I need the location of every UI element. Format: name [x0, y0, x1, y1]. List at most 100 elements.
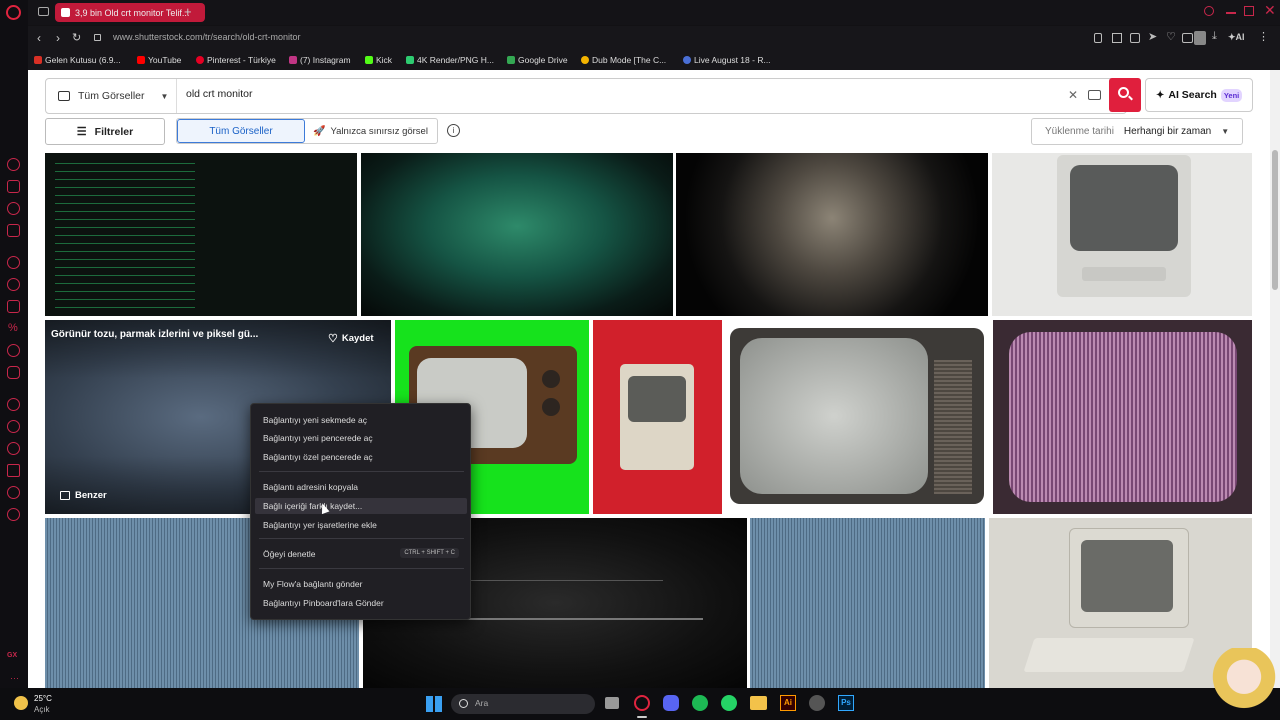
result-image-static-sphere[interactable]: [676, 153, 988, 316]
vpn-icon[interactable]: [1130, 33, 1140, 43]
menu-send-to-pinboards[interactable]: Bağlantıyı Pinboard'lara Gönder: [255, 595, 467, 611]
tab-island-icon[interactable]: [38, 7, 49, 16]
sidebar-settings-icon[interactable]: [7, 508, 20, 521]
result-image-green-crt-glow[interactable]: [361, 153, 673, 316]
menu-send-to-flow[interactable]: My Flow'a bağlantı gönder: [255, 576, 467, 592]
maximize-button[interactable]: [1244, 6, 1254, 16]
send-icon[interactable]: ➤: [1148, 30, 1157, 43]
sidebar-history-icon[interactable]: [7, 398, 20, 411]
steam-icon[interactable]: [809, 695, 825, 711]
spotify-icon[interactable]: [692, 695, 708, 711]
search-input[interactable]: [186, 88, 1036, 100]
whatsapp-icon[interactable]: [721, 695, 737, 711]
sidebar-chat-icon[interactable]: [7, 300, 20, 313]
bookmark-4k-render[interactable]: 4K Render/PNG H...: [406, 55, 494, 65]
result-image-mac-red[interactable]: [593, 320, 722, 514]
sidebar-messenger-icon[interactable]: [7, 202, 20, 215]
wallet-icon[interactable]: [1182, 33, 1193, 43]
sidebar-extensions-icon[interactable]: [7, 486, 20, 499]
clear-search-icon[interactable]: ✕: [1068, 88, 1078, 102]
scroll-thumb[interactable]: [1272, 150, 1278, 290]
sidebar-more-icon[interactable]: ···: [10, 673, 19, 683]
similar-button[interactable]: Benzer: [60, 490, 107, 501]
sidebar-heart-icon[interactable]: [7, 420, 20, 433]
sidebar-player-icon[interactable]: [7, 278, 20, 291]
info-icon[interactable]: i: [447, 124, 460, 137]
sidebar-gx-icon[interactable]: GX: [7, 652, 17, 659]
similar-icon: [60, 491, 70, 500]
task-view-icon[interactable]: [605, 697, 619, 709]
all-images-tab[interactable]: Tüm Görseller: [177, 119, 305, 143]
result-image-blue-pixels-2[interactable]: [750, 518, 985, 688]
result-image-terminal-code[interactable]: [45, 153, 357, 316]
heart-icon[interactable]: ♡: [1166, 30, 1176, 43]
sidebar-instagram-icon[interactable]: [7, 366, 20, 379]
sidebar-spotify-icon[interactable]: [7, 256, 20, 269]
bookmark-dub-mode[interactable]: Dub Mode [The C...: [581, 55, 666, 65]
instagram-icon: [289, 56, 297, 64]
result-image-retro-tv[interactable]: [726, 320, 987, 514]
menu-open-new-window[interactable]: Bağlantıyı yeni pencerede aç: [255, 430, 467, 446]
illustrator-icon[interactable]: Ai: [780, 695, 796, 711]
upload-date-select[interactable]: Yüklenme tarihi Herhangi bir zaman ▼: [1031, 118, 1243, 145]
active-tab[interactable]: 3,9 bin Old crt monitor Telif...: [55, 3, 205, 22]
ai-search-button[interactable]: ✦ AI Search Yeni: [1145, 78, 1253, 112]
download-icon[interactable]: ⤓: [1212, 30, 1217, 43]
forward-icon[interactable]: ›: [56, 31, 60, 45]
url-text[interactable]: www.shutterstock.com/tr/search/old-crt-m…: [113, 32, 301, 42]
sidebar-mail-icon[interactable]: [7, 224, 20, 237]
save-button[interactable]: ♡ Kaydet: [328, 332, 374, 345]
taskbar-search[interactable]: Ara: [451, 694, 595, 714]
minimize-button[interactable]: [1226, 12, 1236, 14]
bookmark-live[interactable]: Live August 18 - R...: [683, 55, 771, 65]
monitor-screen: [1081, 540, 1173, 612]
start-button[interactable]: [426, 696, 442, 712]
menu-inspect[interactable]: Öğeyi denetle CTRL + SHIFT + C: [255, 546, 467, 562]
bookmark-kick[interactable]: Kick: [365, 55, 392, 65]
photoshop-icon[interactable]: Ps: [838, 695, 854, 711]
new-tab-button[interactable]: +: [184, 4, 192, 19]
close-window-button[interactable]: ✕: [1264, 2, 1276, 19]
menu-open-new-tab[interactable]: Bağlantıyı yeni sekmede aç: [255, 412, 467, 428]
bookmark-instagram[interactable]: (7) Instagram: [289, 55, 351, 65]
sidebar-download-icon[interactable]: [7, 464, 20, 477]
sidebar-percent-icon[interactable]: %: [8, 322, 18, 334]
camera-search-icon[interactable]: [1088, 90, 1101, 100]
image-title: Görünür tozu, parmak izlerini ve piksel …: [51, 329, 259, 340]
bookmark-youtube[interactable]: YouTube: [137, 55, 181, 65]
caret-down-icon: ▼: [1221, 127, 1230, 136]
page-scrollbar[interactable]: [1270, 70, 1280, 688]
back-icon[interactable]: ‹: [37, 31, 41, 45]
bookmark-gmail[interactable]: Gelen Kutusu (6.9...: [34, 55, 121, 65]
bookmark-google-drive[interactable]: Google Drive: [507, 55, 568, 65]
image-type-select[interactable]: Tüm Görseller ▼: [46, 79, 177, 113]
profile-avatar[interactable]: [1194, 31, 1206, 45]
result-image-white-crt[interactable]: [992, 153, 1252, 316]
snapshot-icon[interactable]: [1112, 33, 1122, 43]
menu-open-private-window[interactable]: Bağlantıyı özel pencerede aç: [255, 449, 467, 465]
menu-icon[interactable]: ⋮: [1258, 30, 1269, 43]
opera-logo[interactable]: [6, 5, 21, 20]
search-button[interactable]: [1109, 78, 1141, 112]
pin-icon[interactable]: [1094, 33, 1102, 43]
menu-bookmark-link[interactable]: Bağlantıyı yer işaretlerine ekle: [255, 517, 467, 533]
aria-ai-button[interactable]: ✦AI: [1228, 32, 1245, 43]
sidebar-whatsapp-icon[interactable]: [7, 344, 20, 357]
search-icon: [459, 699, 468, 708]
result-image-pixel-screen[interactable]: [993, 320, 1252, 514]
weather-temp: 25°C: [34, 694, 52, 703]
weather-moon-icon[interactable]: [14, 696, 28, 710]
menu-save-linked-content[interactable]: Bağlı içeriği farklı kaydet...: [255, 498, 467, 514]
reload-icon[interactable]: ↻: [72, 31, 81, 44]
bookmark-pinterest[interactable]: Pinterest - Türkiye: [196, 55, 276, 65]
sidebar-aria-icon[interactable]: [7, 158, 20, 171]
sidebar-clock-icon[interactable]: [7, 442, 20, 455]
unlimited-only-tab[interactable]: 🚀 Yalnızca sınırsız görsel: [313, 119, 439, 143]
file-explorer-icon[interactable]: [750, 696, 767, 710]
filters-button[interactable]: ☰ Filtreler: [45, 118, 165, 145]
sidebar-shopping-icon[interactable]: [7, 180, 20, 193]
discord-icon[interactable]: [663, 695, 679, 711]
opera-gx-taskbar-icon[interactable]: [634, 695, 650, 711]
search-tabs-icon[interactable]: [1204, 6, 1214, 16]
menu-copy-link[interactable]: Bağlantı adresini kopyala: [255, 479, 467, 495]
